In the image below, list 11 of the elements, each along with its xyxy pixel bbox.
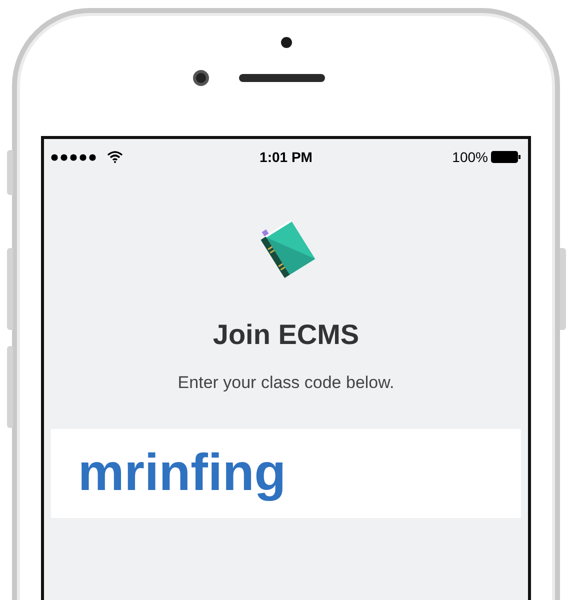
instruction-text: Enter your class code below. (178, 372, 394, 394)
battery-icon (490, 151, 521, 163)
status-time: 1:01 PM (260, 148, 312, 166)
class-code-field[interactable]: mrinfing (51, 428, 521, 518)
page-title: Join ECMS (212, 318, 360, 352)
front-camera-icon (280, 37, 292, 48)
wifi-icon (107, 151, 123, 163)
camera-lens-icon (192, 70, 208, 86)
battery-percentage: 100% (452, 148, 488, 166)
speaker-grille-icon (238, 74, 324, 82)
signal-icon (51, 154, 97, 160)
